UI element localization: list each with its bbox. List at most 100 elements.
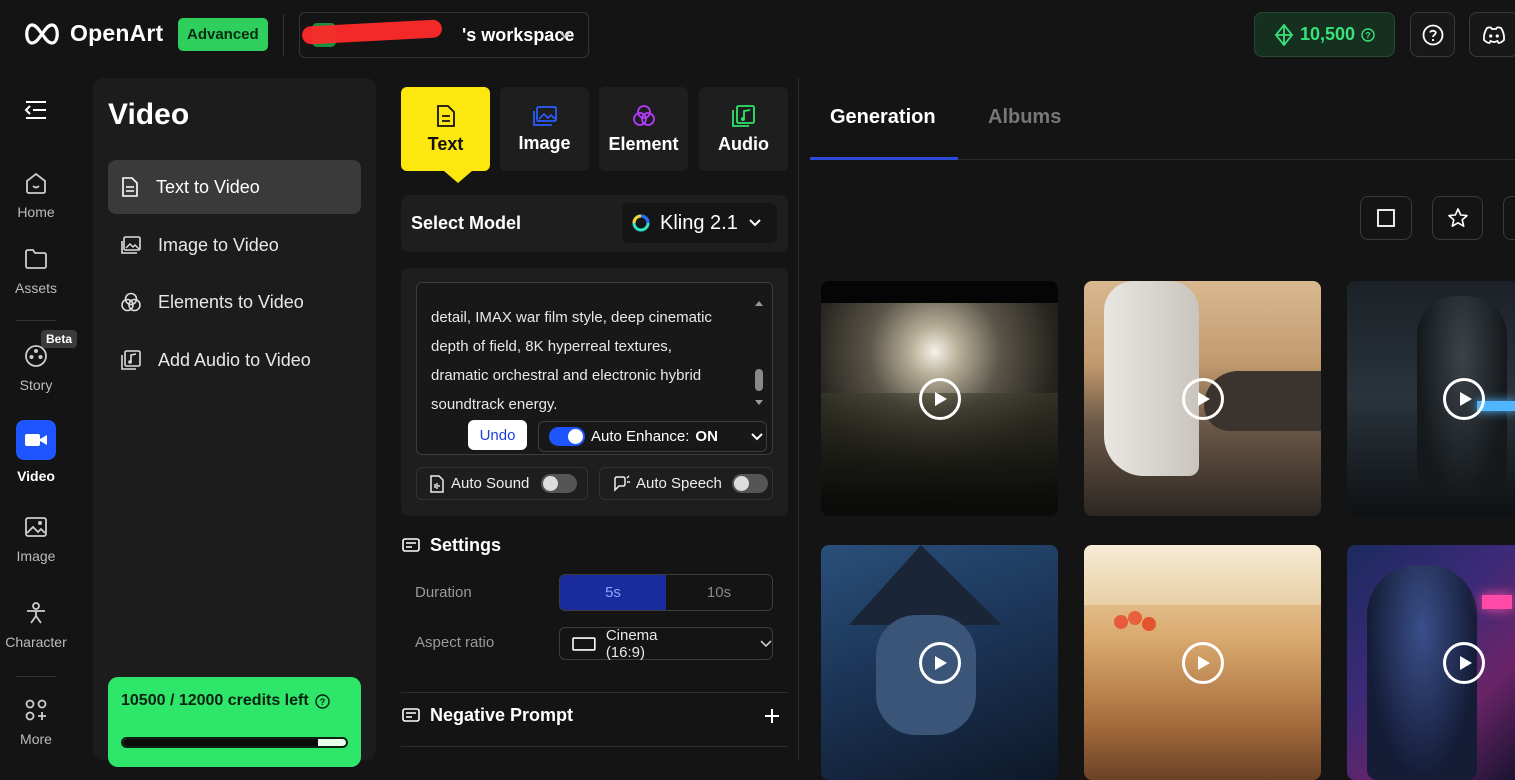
panel-title: Video (108, 98, 190, 131)
video-thumbnail[interactable] (821, 281, 1058, 516)
play-button[interactable] (1443, 641, 1485, 684)
menu-item-add-audio-to-video[interactable]: Add Audio to Video (108, 333, 361, 387)
undo-button[interactable]: Undo (468, 420, 527, 450)
duration-option-10s[interactable]: 10s (666, 575, 772, 610)
menu-item-elements-to-video[interactable]: Elements to Video (108, 275, 361, 329)
rail-item-story[interactable]: Story (0, 343, 72, 393)
thumbnail-dress (1104, 281, 1199, 476)
auto-enhance-toggle[interactable] (549, 427, 585, 446)
folder-icon (25, 249, 47, 269)
play-icon (935, 391, 947, 406)
credits-text: 10500 / 12000 credits left ? (121, 692, 330, 710)
video-thumbnail[interactable] (1084, 545, 1321, 780)
images-icon (121, 236, 141, 254)
negative-prompt-heading[interactable]: Negative Prompt (402, 705, 784, 726)
tab-audio[interactable]: Audio (699, 87, 788, 171)
video-thumbnail[interactable] (1347, 545, 1515, 780)
rail-item-character[interactable]: Character (0, 600, 72, 650)
aspect-rectangle-icon (572, 636, 596, 651)
prompt-scrollbar[interactable] (754, 299, 764, 411)
auto-sound-option[interactable]: Auto Sound (416, 467, 588, 500)
aspect-ratio-dropdown[interactable]: Cinema (16:9) (559, 627, 773, 661)
collapse-menu-icon (24, 101, 46, 119)
credits-progress-bar (121, 737, 348, 748)
rail-item-image[interactable]: Image (0, 514, 72, 564)
play-button[interactable] (918, 641, 961, 684)
menu-item-image-to-video[interactable]: Image to Video (108, 218, 361, 272)
auto-speech-option[interactable]: Auto Speech (599, 467, 773, 500)
more-tools-button[interactable] (1503, 196, 1515, 240)
svg-text:?: ? (1365, 30, 1371, 40)
duration-option-5s[interactable]: 5s (560, 575, 666, 610)
rail-item-home[interactable]: Home (0, 170, 72, 220)
tab-albums[interactable]: Albums (988, 106, 1061, 129)
discord-button[interactable] (1469, 12, 1515, 57)
rail-item-assets[interactable]: Assets (0, 246, 72, 296)
credits-left-label: 10500 / 12000 credits left (121, 692, 309, 709)
video-camera-icon (25, 434, 47, 446)
video-thumbnail[interactable] (821, 545, 1058, 780)
collapse-sidebar-button[interactable] (0, 100, 72, 120)
favorites-button[interactable] (1432, 196, 1483, 240)
aspect-ratio-label: Aspect ratio (415, 634, 495, 651)
workspace-selector[interactable]: 's workspace (299, 12, 589, 58)
left-rail: Home Assets Story Beta Video Image Chara… (0, 78, 78, 760)
chevron-down-icon (559, 31, 571, 39)
divider (401, 692, 788, 693)
rail-label-home: Home (17, 204, 55, 220)
settings-panel-icon (402, 537, 420, 552)
video-active-indicator (16, 420, 56, 460)
select-button[interactable] (1360, 196, 1412, 240)
document-icon (122, 177, 138, 197)
rail-item-video[interactable]: Video (0, 420, 72, 484)
play-icon (1198, 391, 1210, 406)
settings-heading: Settings (402, 535, 501, 556)
auto-speech-toggle[interactable] (731, 474, 768, 493)
rail-label-video: Video (17, 468, 55, 484)
beta-badge: Beta (41, 330, 78, 348)
model-dropdown[interactable]: Kling 2.1 (622, 203, 777, 243)
duration-label: Duration (415, 584, 472, 601)
auto-speech-label: Auto Speech (636, 475, 722, 492)
play-button[interactable] (1181, 641, 1224, 684)
video-thumbnail[interactable] (1347, 281, 1515, 516)
music-file-icon (731, 104, 755, 127)
chevron-down-icon (749, 219, 761, 227)
video-thumbnail[interactable] (1084, 281, 1321, 516)
negative-prompt-title: Negative Prompt (430, 705, 574, 725)
openart-logo[interactable]: OpenArt (22, 20, 163, 47)
tab-image[interactable]: Image (500, 87, 589, 171)
tab-text[interactable]: Text (401, 87, 490, 171)
play-icon (1459, 655, 1472, 670)
kling-logo-icon (632, 214, 650, 232)
auto-sound-toggle[interactable] (541, 474, 578, 493)
prompt-textarea[interactable]: detail, IMAX war film style, deep cinema… (416, 282, 773, 455)
auto-sound-label: Auto Sound (451, 475, 530, 492)
image-icon (25, 517, 47, 537)
tab-generation[interactable]: Generation (830, 106, 936, 129)
rail-item-more[interactable]: More (0, 697, 72, 747)
play-button[interactable] (1181, 377, 1224, 420)
menu-label: Image to Video (158, 234, 279, 255)
auto-enhance-label: Auto Enhance: (591, 428, 690, 445)
rail-label-image: Image (16, 548, 56, 564)
sound-file-icon (430, 474, 444, 493)
credits-balance[interactable]: 10,500 ? (1254, 12, 1395, 57)
help-button[interactable] (1410, 12, 1455, 57)
divider (16, 676, 56, 677)
play-button[interactable] (918, 377, 961, 420)
top-bar: OpenArt Advanced 's workspace 10,500 ? (0, 0, 1515, 70)
plus-icon (765, 708, 779, 723)
menu-label: Add Audio to Video (158, 349, 311, 370)
scrollbar-thumb[interactable] (755, 369, 763, 391)
tab-element[interactable]: Element (599, 87, 688, 171)
music-file-icon (121, 350, 141, 370)
credits-card[interactable]: 10500 / 12000 credits left ? (108, 677, 361, 767)
speech-icon (614, 475, 630, 492)
home-icon (26, 172, 46, 194)
divider (283, 14, 284, 56)
auto-enhance-control[interactable]: Auto Enhance: ON (538, 421, 767, 452)
credits-progress-fill (123, 739, 319, 746)
play-button[interactable] (1443, 377, 1485, 420)
menu-item-text-to-video[interactable]: Text to Video (108, 160, 361, 214)
